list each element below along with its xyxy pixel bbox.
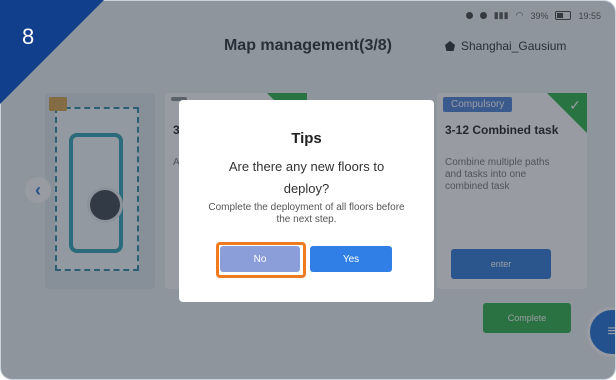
step-number: 8 [22, 24, 35, 49]
dialog-note: Complete the deployment of all floors be… [208, 202, 405, 225]
step-corner [0, 0, 104, 104]
dialog-title: Tips [291, 130, 322, 147]
highlight-box [216, 242, 306, 278]
dialog-question: Are there any new floors to deploy? [228, 159, 385, 196]
yes-button[interactable]: Yes [310, 246, 392, 272]
tips-dialog: Tips Are there any new floors to deploy?… [179, 100, 434, 302]
